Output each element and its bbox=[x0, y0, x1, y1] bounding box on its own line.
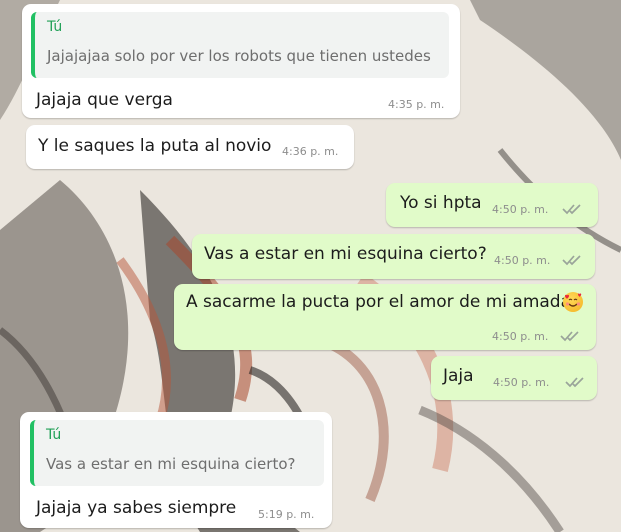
outgoing-message[interactable]: Vas a estar en mi esquina cierto? 4:50 p… bbox=[192, 234, 595, 279]
incoming-message[interactable]: Tú Vas a estar en mi esquina cierto? Jaj… bbox=[20, 412, 332, 528]
outgoing-message[interactable]: Jaja 4:50 p. m. bbox=[431, 356, 597, 400]
smiling-face-with-hearts-icon bbox=[563, 292, 583, 312]
message-time: 4:35 p. m. bbox=[388, 98, 445, 111]
quoted-message[interactable]: Tú Vas a estar en mi esquina cierto? bbox=[30, 420, 324, 486]
double-check-icon bbox=[562, 255, 581, 266]
message-text: Jajaja que verga bbox=[36, 90, 173, 110]
incoming-message[interactable]: Tú Jajajajaa solo por ver los robots que… bbox=[22, 4, 460, 118]
double-check-icon bbox=[560, 331, 579, 342]
incoming-message[interactable]: Y le saques la puta al novio 4:36 p. m. bbox=[26, 125, 354, 169]
quote-text: Vas a estar en mi esquina cierto? bbox=[46, 455, 296, 473]
quote-text: Jajajajaa solo por ver los robots que ti… bbox=[47, 47, 431, 65]
message-text: A sacarme la pucta por el amor de mi ama… bbox=[186, 292, 572, 312]
message-time: 4:36 p. m. bbox=[282, 145, 339, 158]
outgoing-message[interactable]: A sacarme la pucta por el amor de mi ama… bbox=[174, 284, 596, 350]
message-text: Yo si hpta bbox=[400, 193, 482, 213]
message-text: Jaja bbox=[443, 366, 474, 386]
double-check-icon bbox=[565, 377, 584, 388]
message-text: Jajaja ya sabes siempre bbox=[36, 498, 237, 518]
message-time: 4:50 p. m. bbox=[492, 203, 549, 216]
message-text: Y le saques la puta al novio bbox=[38, 136, 272, 156]
message-time: 4:50 p. m. bbox=[493, 376, 550, 389]
message-time: 4:50 p. m. bbox=[492, 330, 549, 343]
double-check-icon bbox=[562, 204, 581, 215]
message-time: 4:50 p. m. bbox=[494, 254, 551, 267]
message-time: 5:19 p. m. bbox=[258, 508, 315, 521]
quoted-message[interactable]: Tú Jajajajaa solo por ver los robots que… bbox=[31, 12, 449, 78]
outgoing-message[interactable]: Yo si hpta 4:50 p. m. bbox=[386, 183, 598, 227]
quote-author: Tú bbox=[47, 19, 63, 35]
message-text: Vas a estar en mi esquina cierto? bbox=[204, 244, 487, 264]
quote-author: Tú bbox=[46, 427, 62, 443]
